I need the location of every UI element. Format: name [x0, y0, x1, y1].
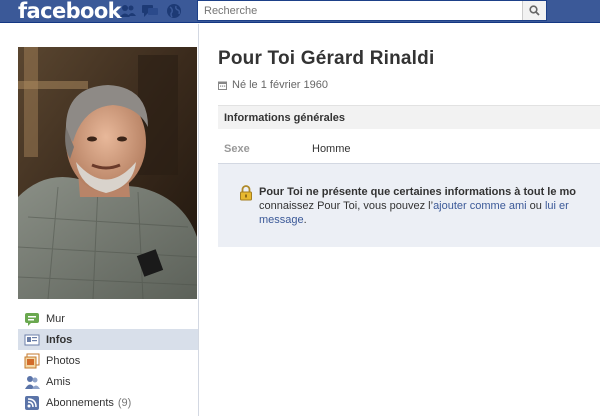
nav-item-info[interactable]: Infos: [18, 329, 198, 350]
search-input[interactable]: [198, 1, 523, 20]
profile-picture[interactable]: [18, 47, 197, 299]
nav-item-photos[interactable]: Photos: [18, 350, 198, 371]
nav-label-subscriptions: Abonnements: [46, 396, 114, 409]
profile-nav: Mur Infos Photos Amis Abonnements (9): [18, 308, 198, 413]
search-icon: [529, 5, 540, 16]
nav-item-friends[interactable]: Amis: [18, 371, 198, 392]
notifications-globe-icon[interactable]: [165, 3, 183, 19]
search-button[interactable]: [522, 1, 546, 20]
wall-icon: [24, 311, 40, 327]
nav-item-wall[interactable]: Mur: [18, 308, 198, 329]
photos-icon: [24, 353, 40, 369]
nav-label-photos: Photos: [46, 354, 81, 367]
subscriptions-count: (9): [117, 396, 132, 409]
left-column: Mur Infos Photos Amis Abonnements (9): [0, 24, 199, 416]
nav-item-subscriptions[interactable]: Abonnements (9): [18, 392, 198, 413]
section-title-general-info: Informations générales: [218, 105, 600, 129]
profile-name: Pour Toi Gérard Rinaldi: [218, 48, 435, 69]
info-row-sex: Sexe Homme: [218, 138, 600, 162]
info-key-sex: Sexe: [224, 143, 250, 155]
nav-label-friends: Amis: [46, 375, 71, 388]
facebook-logo[interactable]: facebook: [18, 0, 122, 23]
top-bar: facebook: [0, 0, 600, 23]
send-message-link-part2[interactable]: message: [259, 214, 304, 226]
send-message-link-part1[interactable]: lui er: [545, 200, 569, 212]
nav-label-wall: Mur: [46, 312, 65, 325]
search-box: [197, 0, 547, 21]
lock-icon: [240, 185, 252, 201]
calendar-icon: [218, 81, 227, 90]
info-icon: [24, 332, 40, 348]
notice-line-3-suffix: .: [303, 214, 307, 226]
friend-requests-icon[interactable]: [119, 3, 137, 19]
birth-text: Né le 1 février 1960: [232, 79, 328, 91]
notice-line-2-prefix: connaissez Pour Toi, vous pouvez l’: [259, 200, 434, 212]
add-friend-link[interactable]: ajouter comme ami: [433, 200, 527, 212]
notice-line-1: Pour Toi ne présente que certaines infor…: [259, 186, 577, 198]
privacy-notice: Pour Toi ne présente que certaines infor…: [218, 163, 600, 247]
birth-date: Né le 1 février 1960: [218, 79, 328, 91]
privacy-notice-text: Pour Toi ne présente que certaines infor…: [259, 185, 600, 227]
messages-icon[interactable]: [141, 3, 159, 19]
notice-line-2-mid: ou: [526, 200, 545, 212]
subscriptions-icon: [24, 395, 40, 411]
friends-icon: [24, 374, 40, 390]
nav-label-info: Infos: [46, 333, 73, 346]
info-value-sex: Homme: [312, 143, 351, 155]
